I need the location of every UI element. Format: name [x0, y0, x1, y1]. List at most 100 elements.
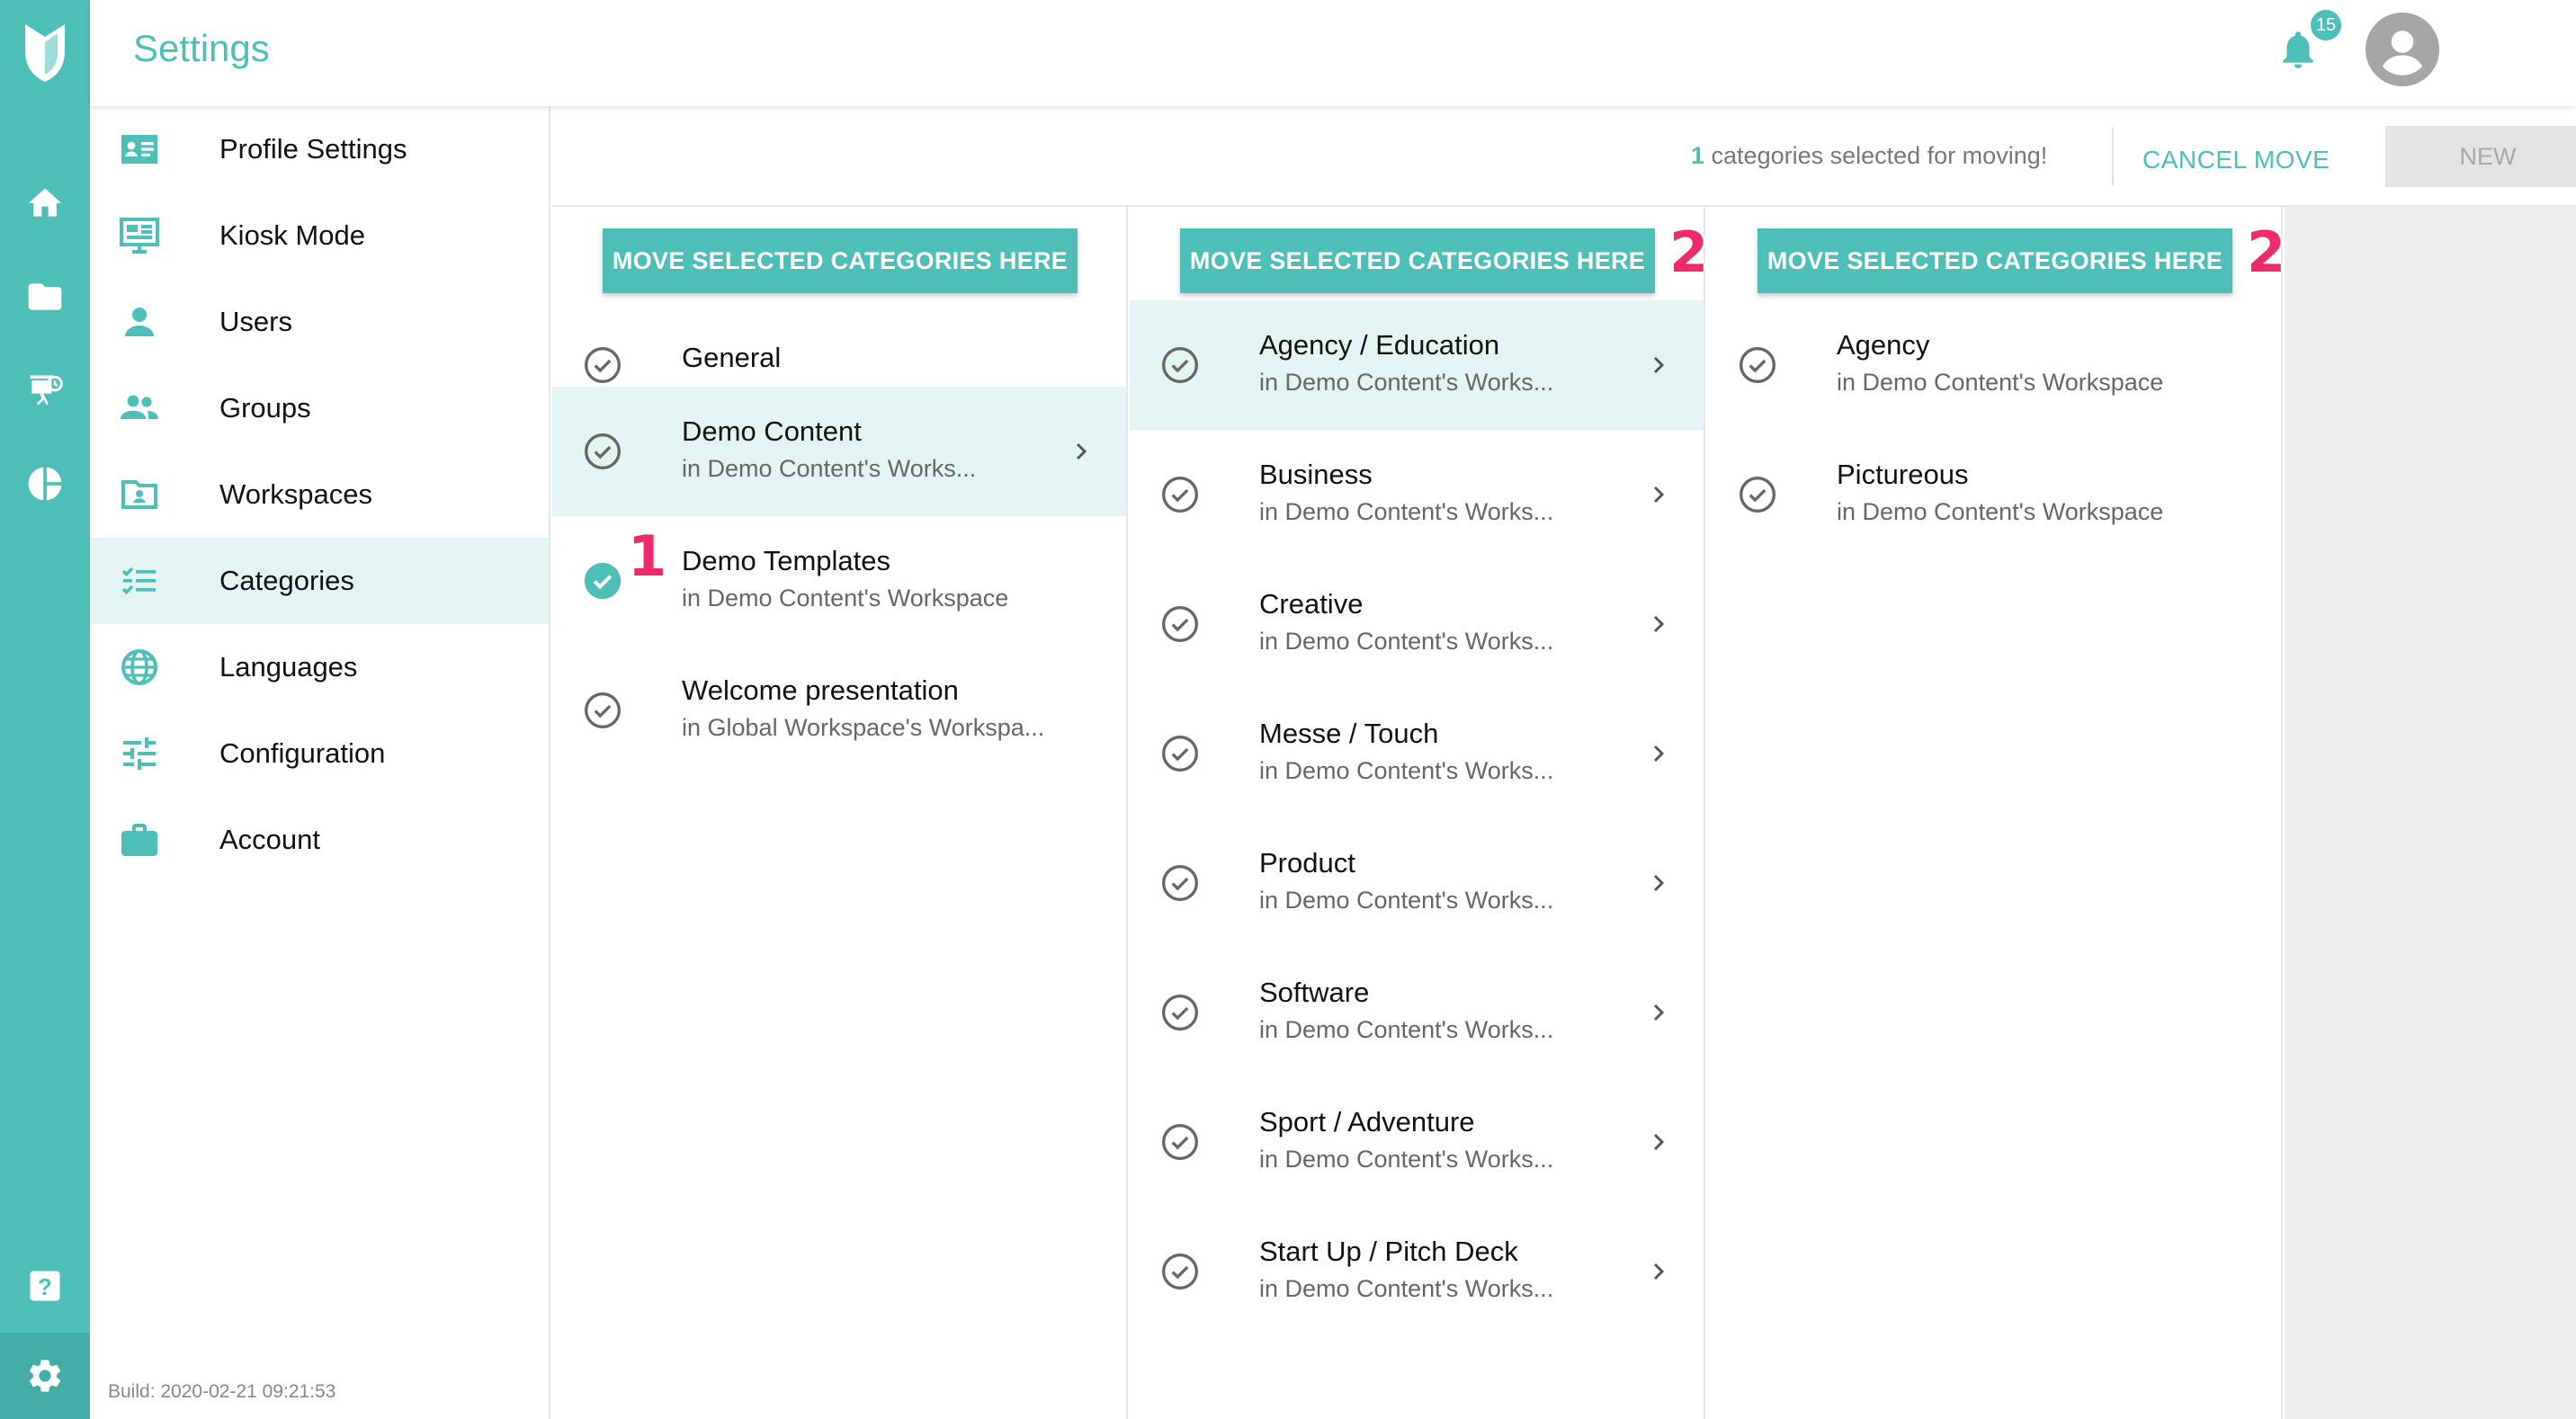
- nav-item-categories[interactable]: Categories: [90, 538, 549, 624]
- move-here-button[interactable]: MOVE SELECTED CATEGORIES HERE: [603, 228, 1078, 293]
- category-row[interactable]: Sport / Adventure in Demo Content's Work…: [1130, 1077, 1704, 1207]
- check-circle-icon[interactable]: [1738, 345, 1777, 385]
- category-row[interactable]: Creative in Demo Content's Works...: [1130, 559, 1704, 689]
- chevron-right-icon[interactable]: [1644, 480, 1673, 509]
- category-row[interactable]: Pictureous in Demo Content's Workspace: [1707, 430, 2281, 559]
- category-name: Demo Templates: [682, 545, 891, 576]
- category-row[interactable]: Demo Content in Demo Content's Works...: [552, 387, 1126, 516]
- chevron-right-icon[interactable]: [1644, 1128, 1673, 1156]
- category-name: Creative: [1259, 588, 1364, 620]
- category-workspace: in Demo Content's Works...: [1259, 757, 1554, 784]
- home-icon[interactable]: [0, 160, 90, 246]
- globe-icon: [117, 645, 162, 690]
- step-marker: 2: [1669, 219, 1709, 285]
- check-circle-filled-icon[interactable]: [583, 561, 622, 601]
- category-row[interactable]: Agency in Demo Content's Workspace: [1707, 300, 2281, 430]
- category-name: Software: [1259, 977, 1370, 1008]
- selected-count: 1: [1691, 142, 1705, 169]
- category-row[interactable]: Agency / Education in Demo Content's Wor…: [1130, 300, 1704, 430]
- check-circle-icon[interactable]: [583, 691, 622, 730]
- left-rail: ?: [0, 0, 90, 1419]
- category-workspace: in Demo Content's Works...: [1259, 887, 1554, 914]
- category-name: Sport / Adventure: [1259, 1106, 1475, 1138]
- logo-icon[interactable]: [0, 0, 90, 106]
- check-circle-icon[interactable]: [583, 345, 622, 385]
- category-workspace: in Demo Content's Workspace: [1837, 498, 2164, 525]
- category-name: Agency: [1837, 329, 1930, 361]
- settings-nav: Profile Settings Kiosk Mode Users Groups…: [90, 106, 550, 1419]
- group-icon: [117, 386, 162, 431]
- category-workspace: in Demo Content's Workspace: [1837, 369, 2164, 396]
- nav-label: Profile Settings: [219, 133, 407, 165]
- chevron-right-icon[interactable]: [1644, 610, 1673, 638]
- selected-text: categories selected for moving!: [1704, 142, 2048, 169]
- check-circle-icon[interactable]: [1160, 863, 1200, 903]
- check-circle-icon[interactable]: [1160, 1252, 1200, 1291]
- page-title: Settings: [133, 27, 270, 69]
- sliders-icon: [117, 731, 162, 776]
- step-marker: 1: [628, 523, 667, 589]
- category-workspace: in Demo Content's Works...: [682, 455, 977, 482]
- nav-item-kiosk-mode[interactable]: Kiosk Mode: [90, 192, 549, 279]
- nav-item-workspaces[interactable]: Workspaces: [90, 451, 549, 538]
- toolbar-divider: [2112, 128, 2114, 185]
- category-row[interactable]: Messe / Touch in Demo Content's Works...: [1130, 689, 1704, 818]
- category-row[interactable]: Software in Demo Content's Works...: [1130, 948, 1704, 1077]
- notification-badge: 15: [2308, 7, 2344, 43]
- nav-label: Users: [219, 306, 292, 337]
- chevron-right-icon[interactable]: [1644, 998, 1673, 1027]
- profile-card-icon: [117, 127, 162, 172]
- selection-info: 1 categories selected for moving!: [1691, 142, 2047, 170]
- new-button[interactable]: NEW: [2385, 126, 2576, 187]
- folder-icon[interactable]: [0, 254, 90, 340]
- move-toolbar: 1 categories selected for moving! CANCEL…: [552, 106, 2576, 207]
- nav-item-users[interactable]: Users: [90, 279, 549, 365]
- pie-chart-icon[interactable]: [0, 441, 90, 527]
- category-name: Messe / Touch: [1259, 718, 1439, 749]
- move-here-button[interactable]: MOVE SELECTED CATEGORIES HERE: [1180, 228, 1655, 293]
- category-row[interactable]: Business in Demo Content's Works...: [1130, 430, 1704, 559]
- category-workspace: in Demo Content's Works...: [1259, 369, 1554, 396]
- check-circle-icon[interactable]: [1160, 1122, 1200, 1162]
- empty-column-area: [2285, 207, 2576, 1419]
- category-name: Product: [1259, 847, 1355, 879]
- nav-item-profile-settings[interactable]: Profile Settings: [90, 106, 549, 192]
- move-here-button[interactable]: MOVE SELECTED CATEGORIES HERE: [1758, 228, 2232, 293]
- category-row[interactable]: Product in Demo Content's Works...: [1130, 818, 1704, 948]
- chevron-right-icon[interactable]: [1644, 1257, 1673, 1286]
- avatar[interactable]: [2366, 13, 2439, 86]
- check-circle-icon[interactable]: [1160, 604, 1200, 644]
- check-circle-icon[interactable]: [1160, 345, 1200, 385]
- app-root: ? Settings 15 Profile Settings Kiosk Mod…: [0, 0, 2576, 1419]
- check-circle-icon[interactable]: [1160, 993, 1200, 1032]
- nav-item-configuration[interactable]: Configuration: [90, 710, 549, 797]
- nav-label: Configuration: [219, 737, 386, 769]
- cancel-move-button[interactable]: CANCEL MOVE: [2142, 146, 2330, 174]
- nav-label: Languages: [219, 651, 358, 683]
- category-workspace: in Demo Content's Works...: [1259, 1146, 1554, 1173]
- nav-item-groups[interactable]: Groups: [90, 365, 549, 451]
- chevron-right-icon[interactable]: [1644, 351, 1673, 379]
- category-row[interactable]: Welcome presentation in Global Workspace…: [552, 646, 1126, 775]
- category-row[interactable]: Demo Templates in Demo Content's Workspa…: [552, 516, 1126, 646]
- category-column-2: MOVE SELECTED CATEGORIES HERE 2 Agency /…: [1130, 207, 1709, 1419]
- check-circle-icon[interactable]: [583, 432, 622, 471]
- category-row[interactable]: Start Up / Pitch Deck in Demo Content's …: [1130, 1207, 1704, 1336]
- category-name: Welcome presentation: [682, 674, 959, 706]
- category-workspace: in Demo Content's Works...: [1259, 498, 1554, 525]
- check-circle-icon[interactable]: [1738, 475, 1777, 514]
- nav-item-account[interactable]: Account: [90, 797, 549, 883]
- check-circle-icon[interactable]: [1160, 475, 1200, 514]
- presentation-icon[interactable]: [0, 347, 90, 433]
- category-name: Business: [1259, 459, 1373, 490]
- chevron-right-icon[interactable]: [1067, 437, 1096, 466]
- nav-item-languages[interactable]: Languages: [90, 624, 549, 710]
- category-name: Agency / Education: [1259, 329, 1500, 361]
- chevron-right-icon[interactable]: [1644, 869, 1673, 897]
- gear-icon[interactable]: [0, 1333, 90, 1419]
- help-icon[interactable]: ?: [0, 1243, 90, 1329]
- category-workspace: in Demo Content's Works...: [1259, 1016, 1554, 1043]
- category-column-3: MOVE SELECTED CATEGORIES HERE 2 Agency i…: [1707, 207, 2285, 1419]
- check-circle-icon[interactable]: [1160, 734, 1200, 773]
- chevron-right-icon[interactable]: [1644, 739, 1673, 768]
